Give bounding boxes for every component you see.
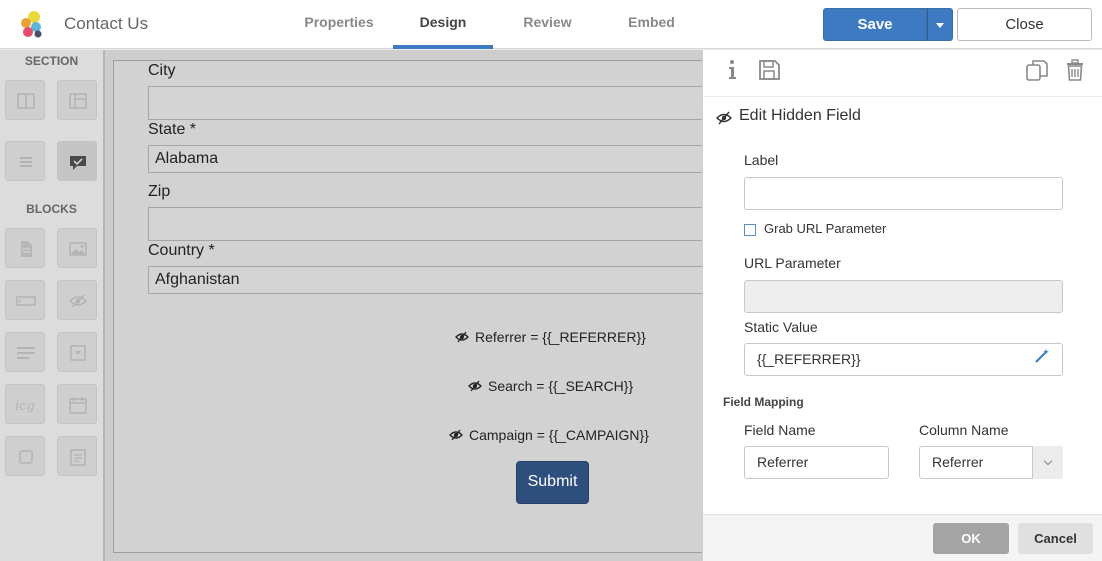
url-parameter-caption: URL Parameter bbox=[744, 255, 841, 271]
document-block-tile[interactable] bbox=[5, 228, 45, 268]
two-column-icon bbox=[17, 93, 35, 109]
city-field[interactable] bbox=[148, 86, 728, 120]
component-palette: SECTION BLOCKS icg bbox=[0, 50, 103, 561]
country-select[interactable]: Afghanistan bbox=[148, 266, 728, 294]
stack-section-tile[interactable] bbox=[5, 141, 45, 181]
info-button[interactable] bbox=[719, 57, 745, 83]
calendar-icon bbox=[69, 397, 87, 414]
tab-design[interactable]: Design bbox=[393, 0, 493, 49]
field-mapping-title: Field Mapping bbox=[723, 395, 804, 409]
save-button[interactable]: Save bbox=[823, 8, 927, 41]
code-block-tile[interactable]: icg bbox=[5, 384, 45, 424]
checkbox-block-tile[interactable] bbox=[5, 436, 45, 476]
hidden-field-text: Search = {{_SEARCH}} bbox=[488, 378, 634, 394]
grid-section-tile[interactable] bbox=[57, 80, 97, 120]
hidden-field-referrer[interactable]: Referrer = {{_REFERRER}} bbox=[455, 329, 646, 345]
textarea-block-tile[interactable] bbox=[57, 436, 97, 476]
palette-blocks-heading: BLOCKS bbox=[26, 202, 77, 216]
save-field-button[interactable] bbox=[756, 57, 782, 83]
state-select[interactable]: Alabama bbox=[148, 145, 728, 173]
url-parameter-input[interactable] bbox=[744, 280, 1063, 313]
duplicate-icon bbox=[1026, 60, 1048, 81]
grab-url-label[interactable]: Grab URL Parameter bbox=[764, 221, 886, 236]
hidden-field-search[interactable]: Search = {{_SEARCH}} bbox=[468, 378, 633, 394]
paragraph-icon bbox=[17, 347, 35, 359]
hidden-eye-icon bbox=[468, 380, 482, 392]
static-value-caption: Static Value bbox=[744, 319, 818, 335]
panel-header: Edit Hidden Field bbox=[703, 96, 1102, 140]
app-logo-icon bbox=[21, 11, 42, 38]
state-label: State * bbox=[148, 121, 197, 138]
palette-section-heading: SECTION bbox=[24, 54, 79, 68]
dropdown-icon bbox=[70, 345, 86, 361]
city-label: City bbox=[148, 62, 176, 79]
chevron-down-icon[interactable] bbox=[1032, 446, 1063, 479]
hidden-eye-icon bbox=[716, 111, 732, 125]
magic-wand-icon[interactable] bbox=[1034, 348, 1050, 364]
close-button[interactable]: Close bbox=[957, 8, 1092, 41]
hidden-field-text: Campaign = {{_CAMPAIGN}} bbox=[469, 427, 649, 443]
dropdown-block-tile[interactable] bbox=[57, 332, 97, 372]
field-name-caption: Field Name bbox=[744, 422, 816, 438]
floppy-disk-icon bbox=[759, 60, 780, 80]
tab-properties[interactable]: Properties bbox=[290, 0, 388, 49]
column-name-caption: Column Name bbox=[919, 422, 1009, 438]
save-options-dropdown-button[interactable] bbox=[927, 8, 953, 41]
static-value-input[interactable]: {{_REFERRER}} bbox=[744, 343, 1063, 376]
grab-url-checkbox[interactable] bbox=[744, 224, 756, 236]
hidden-field-block-tile[interactable] bbox=[57, 280, 97, 320]
label-caption: Label bbox=[744, 152, 779, 168]
form-preview: City State * Alabama Zip Country * Afgha… bbox=[113, 60, 733, 553]
top-bar: Contact Us Properties Design Review Embe… bbox=[0, 0, 1102, 49]
duplicate-button[interactable] bbox=[1024, 57, 1050, 83]
text-field-block-tile[interactable] bbox=[5, 280, 45, 320]
panel-toolbar bbox=[703, 50, 1102, 96]
panel-footer: OK Cancel bbox=[703, 514, 1102, 561]
comment-section-tile[interactable] bbox=[57, 141, 97, 181]
field-name-input[interactable]: Referrer bbox=[744, 446, 889, 479]
textarea-icon bbox=[70, 449, 86, 466]
hidden-eye-icon bbox=[68, 294, 88, 308]
delete-button[interactable] bbox=[1062, 57, 1088, 83]
label-input[interactable] bbox=[744, 177, 1063, 210]
tab-embed[interactable]: Embed bbox=[605, 0, 698, 49]
image-icon bbox=[69, 242, 87, 256]
two-column-section-tile[interactable] bbox=[5, 80, 45, 120]
panel-title: Edit Hidden Field bbox=[739, 107, 861, 124]
grid-layout-icon bbox=[69, 93, 87, 109]
text-input-icon bbox=[16, 296, 36, 306]
page-title: Contact Us bbox=[64, 14, 149, 33]
svg-text:icg: icg bbox=[15, 399, 35, 414]
trash-icon bbox=[1067, 59, 1083, 81]
info-icon bbox=[729, 60, 736, 79]
ok-button[interactable]: OK bbox=[933, 523, 1009, 554]
hidden-field-text: Referrer = {{_REFERRER}} bbox=[475, 329, 646, 345]
submit-button[interactable]: Submit bbox=[516, 461, 589, 504]
cancel-button[interactable]: Cancel bbox=[1018, 523, 1093, 554]
code-icon: icg bbox=[15, 399, 35, 414]
zip-field[interactable] bbox=[148, 207, 728, 241]
edit-panel: Edit Hidden Field Label Grab URL Paramet… bbox=[702, 50, 1102, 561]
zip-label: Zip bbox=[148, 183, 171, 200]
document-icon bbox=[21, 241, 32, 257]
checkbox-icon bbox=[19, 450, 33, 464]
hidden-eye-icon bbox=[449, 429, 463, 441]
comment-check-icon bbox=[70, 156, 86, 170]
date-block-tile[interactable] bbox=[57, 384, 97, 424]
country-label: Country * bbox=[148, 242, 215, 259]
tab-review[interactable]: Review bbox=[500, 0, 595, 49]
paragraph-block-tile[interactable] bbox=[5, 332, 45, 372]
image-block-tile[interactable] bbox=[57, 228, 97, 268]
hidden-eye-icon bbox=[455, 331, 469, 343]
form-canvas: City State * Alabama Zip Country * Afgha… bbox=[105, 50, 733, 561]
rows-icon bbox=[20, 157, 32, 167]
hidden-field-campaign[interactable]: Campaign = {{_CAMPAIGN}} bbox=[449, 427, 649, 443]
